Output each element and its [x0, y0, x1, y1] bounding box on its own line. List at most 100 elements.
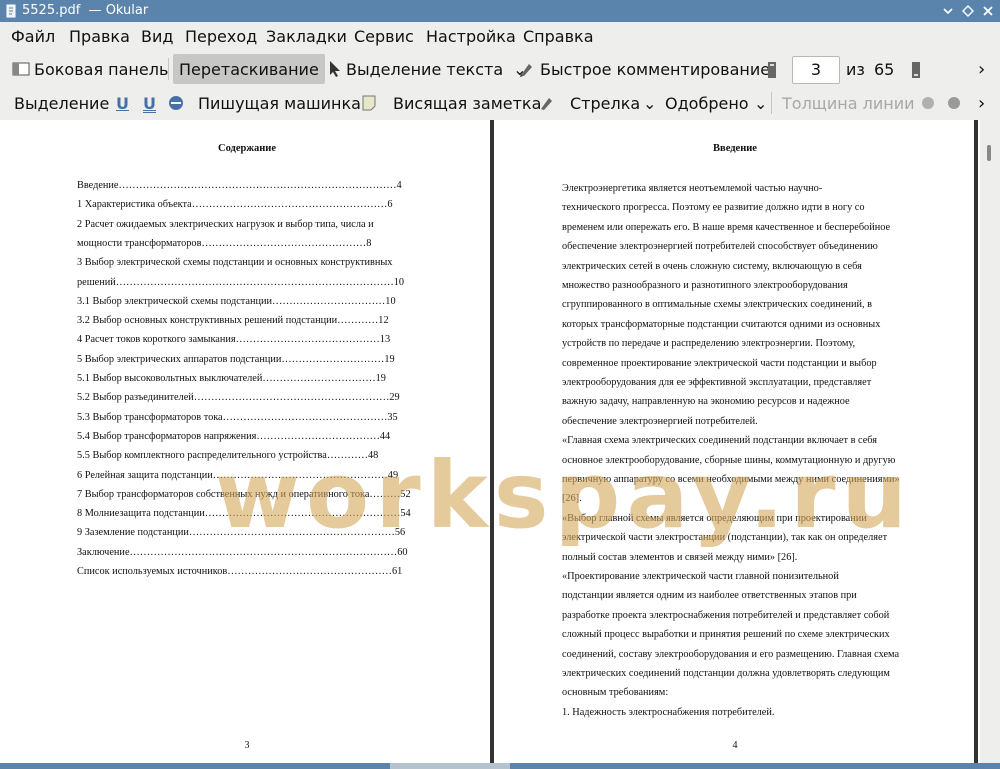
- text-line: множество разнообразного и разнотипного …: [562, 280, 848, 291]
- text-select-button[interactable]: Выделение текста ⌄: [328, 52, 527, 86]
- annotation-toolbar: Выделение U U Пишущая машинка Висящая за…: [0, 86, 1000, 120]
- text-line: технического прогресса. Поэтому ее разви…: [562, 202, 865, 214]
- text-line: электрических соединений подстанции долж…: [562, 668, 890, 679]
- text-line: разработке проекта электроснабжения потр…: [562, 609, 890, 621]
- menu-bar: Файл Правка Вид Переход Закладки Сервис …: [0, 22, 1000, 50]
- sidebar-button[interactable]: Боковая панель: [12, 52, 168, 86]
- cursor-icon: [330, 61, 340, 77]
- toc-entry[interactable]: 4 Расчет токов короткого замыкания…………………: [77, 334, 390, 345]
- toc-entry[interactable]: решений………………………………………………………………………10: [77, 277, 404, 288]
- arrow-dropdown-icon[interactable]: ⌄: [643, 86, 656, 120]
- page-number-input[interactable]: 3: [792, 56, 840, 84]
- menu-view[interactable]: Вид: [141, 27, 173, 46]
- stamp-dropdown-icon[interactable]: ⌄: [754, 86, 767, 120]
- toc-entry[interactable]: 5.4 Выбор трансформаторов напряжения……………: [77, 431, 390, 442]
- text-line: электрических сетей в очень сложную сист…: [562, 260, 862, 272]
- toolbar-overflow-icon[interactable]: ›: [978, 52, 985, 86]
- toc-entry[interactable]: 3 Выбор электрической схемы подстанции и…: [77, 257, 392, 268]
- horizontal-scrollbar[interactable]: [0, 763, 1000, 769]
- opacity-icon[interactable]: [946, 95, 962, 111]
- text-line: временем или опережать его. В наше время…: [562, 221, 891, 233]
- marker-icon: [520, 64, 532, 77]
- menu-settings[interactable]: Настройка: [426, 27, 516, 46]
- toc-entry[interactable]: 1 Характеристика объекта……………………………………………: [77, 199, 393, 210]
- text-line: полный состав элементов и связей между н…: [562, 551, 798, 563]
- popup-note-tool[interactable]: Висящая заметка: [393, 86, 541, 120]
- okular-app-icon: [6, 4, 16, 18]
- toc-entry[interactable]: 5.3 Выбор трансформаторов тока……………………………: [77, 412, 398, 423]
- page-of-label: из: [846, 59, 865, 79]
- toc-entry[interactable]: мощности трансформаторов……………………………………………: [77, 238, 371, 249]
- toc-entry[interactable]: 3.1 Выбор электрической схемы подстанции…: [77, 296, 396, 307]
- squiggle-icon[interactable]: U: [143, 86, 156, 120]
- text-line: электрооборудования для ее эффективной э…: [562, 377, 872, 388]
- text-select-label: Выделение текста: [346, 59, 504, 79]
- toc-entry[interactable]: 5.1 Выбор высоковольтных выключателей…………: [77, 373, 386, 384]
- menu-bookmarks[interactable]: Закладки: [266, 27, 347, 46]
- maximize-icon[interactable]: [961, 4, 975, 18]
- scrollbar-handle[interactable]: [987, 145, 991, 161]
- page-total: 65: [874, 59, 895, 79]
- toolbar-separator: [168, 58, 169, 80]
- underline-icon[interactable]: U: [116, 86, 129, 120]
- horizontal-scrollbar-handle[interactable]: [390, 763, 510, 769]
- arrow-tool[interactable]: Стрелка: [570, 86, 640, 120]
- close-icon[interactable]: [981, 4, 995, 18]
- text-line: основным требованиям:: [562, 687, 669, 699]
- toc-entry[interactable]: 5.2 Выбор разъединителей……………………………………………: [77, 392, 400, 403]
- title-bar: 5525.pdf — Okular: [0, 0, 1000, 22]
- toolbar-overflow-icon[interactable]: ›: [978, 86, 985, 120]
- intro-heading: Введение: [713, 143, 757, 154]
- line-width-tool[interactable]: Толщина линии: [782, 86, 915, 120]
- text-line: 1. Надежность электроснабжения потребите…: [562, 706, 775, 718]
- toolbar-separator: [771, 92, 772, 114]
- sidebar-icon: [12, 62, 30, 76]
- text-line: Электроэнергетика является неотъемлемой …: [562, 183, 823, 194]
- quick-annotation-label: Быстрое комментирование: [540, 59, 771, 79]
- document-view[interactable]: Содержание Введение…………………………………………………………: [0, 120, 1000, 763]
- watermark: workspay.ru: [215, 442, 913, 549]
- toc-entry[interactable]: 3.2 Выбор основных конструктивных решени…: [77, 315, 389, 326]
- toc-entry[interactable]: Введение………………………………………………………………………4: [77, 180, 402, 191]
- sidebar-button-label: Боковая панель: [34, 59, 169, 79]
- pen-icon[interactable]: [538, 94, 556, 112]
- page-margin: [0, 120, 8, 763]
- window-title: 5525.pdf — Okular: [22, 3, 149, 18]
- text-line: устройств по передаче и распределению эл…: [562, 338, 856, 350]
- note-icon[interactable]: [362, 95, 376, 111]
- toc-entry[interactable]: 2 Расчет ожидаемых электрических нагрузо…: [77, 219, 374, 230]
- typewriter-tool[interactable]: Пишущая машинка: [198, 86, 361, 120]
- page-separator: [974, 120, 978, 763]
- main-toolbar: Боковая панель Перетаскивание Выделение …: [0, 52, 1000, 86]
- menu-help[interactable]: Справка: [523, 27, 594, 46]
- text-line: которых трансформаторные подстанции счит…: [562, 318, 881, 330]
- page-number: 4: [732, 740, 738, 751]
- menu-go[interactable]: Переход: [185, 27, 257, 46]
- menu-edit[interactable]: Правка: [69, 27, 130, 46]
- text-line: подстанции является одним из наиболее от…: [562, 590, 857, 602]
- color-icon[interactable]: [920, 95, 936, 111]
- next-page-icon[interactable]: [910, 61, 922, 79]
- text-line: сгруппированного в оптимальные схемы эле…: [562, 299, 873, 311]
- toc-entry[interactable]: 5 Выбор электрических аппаратов подстанц…: [77, 354, 395, 365]
- text-line: соединений, составу электрооборудования …: [562, 648, 900, 660]
- text-line: современное проектирование электрической…: [562, 357, 877, 369]
- text-line: сложный процесс выработки и принятия реш…: [562, 629, 890, 641]
- page-number: 3: [244, 740, 250, 751]
- highlight-tool[interactable]: Выделение: [14, 86, 109, 120]
- minimize-icon[interactable]: [941, 4, 955, 18]
- vertical-scrollbar[interactable]: [980, 120, 1000, 763]
- toc-heading: Содержание: [218, 143, 276, 154]
- menu-tools[interactable]: Сервис: [354, 27, 414, 46]
- text-line: обеспечение электроэнергией потребителей…: [562, 241, 878, 253]
- quick-annotation-button[interactable]: Быстрое комментирование: [518, 52, 770, 86]
- menu-file[interactable]: Файл: [11, 27, 55, 46]
- drag-mode-label: Перетаскивание: [179, 59, 319, 79]
- toc-entry[interactable]: Список используемых источников……………………………: [77, 566, 402, 577]
- previous-page-icon[interactable]: [766, 61, 778, 79]
- text-line: обеспечение электроэнергией потребителей…: [562, 415, 758, 427]
- stamp-tool[interactable]: Одобрено: [665, 86, 749, 120]
- strikeout-icon[interactable]: [168, 95, 184, 111]
- drag-mode-button[interactable]: Перетаскивание: [173, 54, 325, 84]
- text-line: «Проектирование электрической части глав…: [562, 571, 839, 582]
